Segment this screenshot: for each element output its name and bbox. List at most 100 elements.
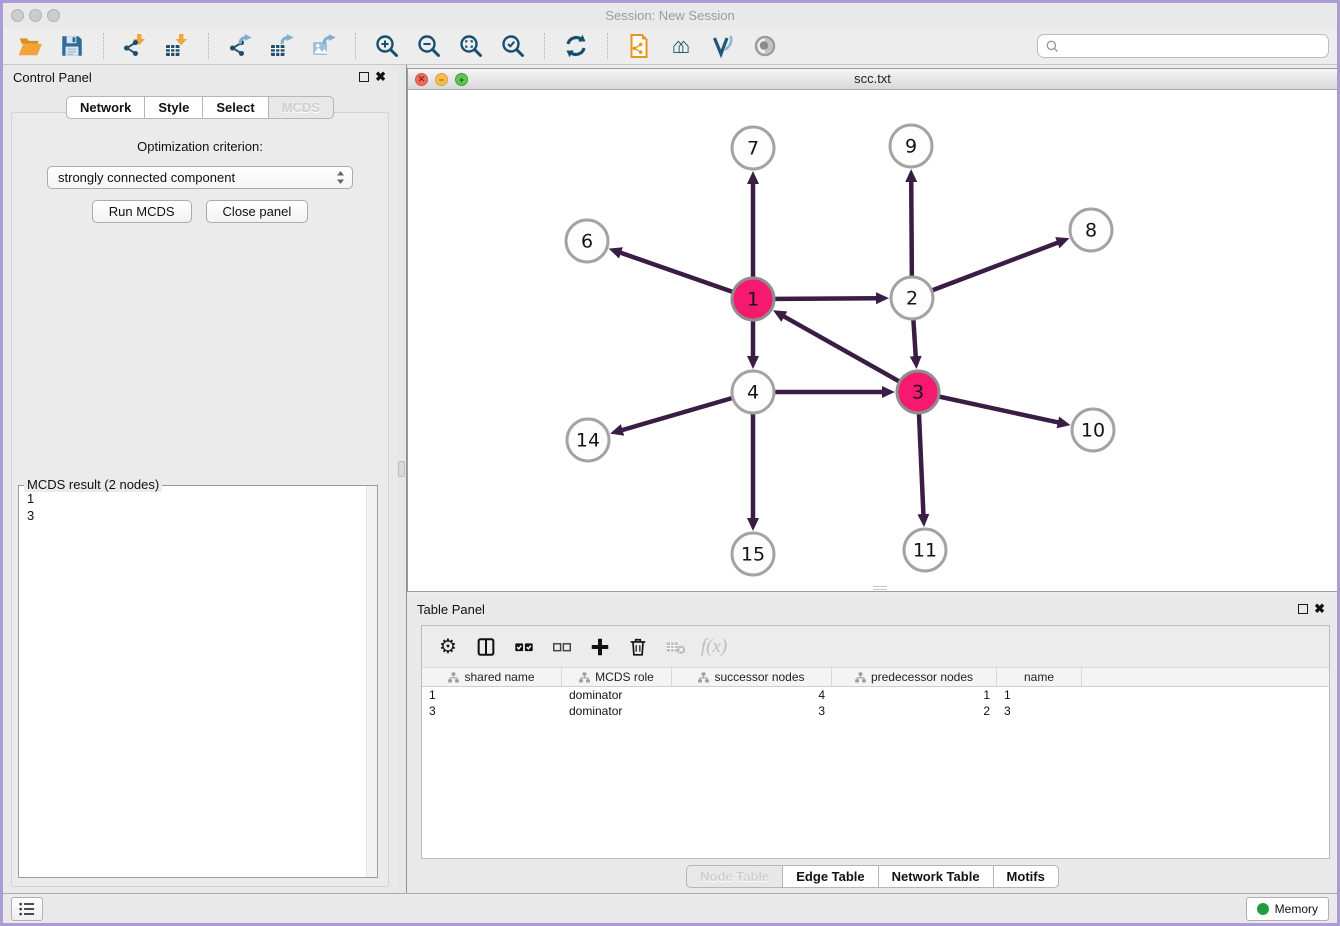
export-image-button[interactable] [306, 31, 342, 61]
gear-button[interactable]: ⚙ [432, 633, 464, 661]
status-bar: Memory [3, 893, 1337, 923]
network-canvas[interactable]: 7 9 6 8 1 2 4 3 14 10 15 11 [408, 90, 1337, 591]
node-8[interactable]: 8 [1070, 209, 1112, 251]
cell: 3 [672, 703, 832, 719]
new-network-from-selection-button[interactable] [621, 31, 657, 61]
control-panel-tabs: NetworkStyleSelectMCDS [3, 96, 397, 119]
edge-3-1[interactable] [783, 316, 918, 392]
minimize-network-button[interactable]: − [435, 73, 448, 86]
main-toolbar-icons: ⌂⌂ [9, 31, 786, 61]
close-network-button[interactable]: ✕ [415, 73, 428, 86]
node-7[interactable]: 7 [732, 127, 774, 169]
toolbar-separator [607, 33, 608, 59]
new-column-button[interactable] [584, 633, 616, 661]
export-table-button[interactable] [264, 31, 300, 61]
panel-divider[interactable] [397, 65, 407, 893]
zoom-selected-button[interactable] [495, 31, 531, 61]
float-table-panel-icon[interactable] [1298, 604, 1308, 614]
zoom-selected-icon [500, 33, 526, 59]
vizmapper-button[interactable] [705, 31, 741, 61]
main-toolbar: ⌂⌂ [3, 28, 1337, 65]
node-9[interactable]: 9 [890, 125, 932, 167]
network-window-titlebar[interactable]: ✕ − + scc.txt [408, 69, 1337, 90]
show-columns-button[interactable] [470, 633, 502, 661]
open-session-button[interactable] [12, 31, 48, 61]
home-button[interactable]: ⌂⌂ [663, 31, 699, 61]
delete-column-icon [665, 636, 687, 658]
tab-label: Edge Table [796, 869, 864, 884]
column-header-mcds-role[interactable]: MCDS role [562, 668, 672, 686]
tab-node-table[interactable]: Node Table [686, 865, 783, 888]
tab-network[interactable]: Network [66, 96, 145, 119]
delete-table-button[interactable] [622, 633, 654, 661]
node-6[interactable]: 6 [566, 220, 608, 262]
close-table-panel-icon[interactable]: ✖ [1314, 601, 1325, 617]
run-mcds-button[interactable]: Run MCDS [92, 200, 192, 223]
node-2[interactable]: 2 [891, 277, 933, 319]
maximize-window-button[interactable] [47, 9, 60, 22]
result-line: 1 [27, 490, 369, 507]
tab-mcds[interactable]: MCDS [269, 96, 334, 119]
column-label: successor nodes [714, 670, 804, 684]
tab-edge-table[interactable]: Edge Table [783, 865, 878, 888]
node-3[interactable]: 3 [897, 371, 939, 413]
zoom-in-button[interactable] [369, 31, 405, 61]
node-4[interactable]: 4 [732, 371, 774, 413]
result-scrollbar[interactable] [366, 486, 377, 877]
mcds-result-text[interactable]: 13 [19, 486, 377, 528]
select-all-columns-icon [513, 636, 535, 658]
list-icon [17, 899, 37, 919]
minimize-window-button[interactable] [29, 9, 42, 22]
control-panel-header: Control Panel ✖ [3, 65, 397, 91]
memory-button[interactable]: Memory [1246, 897, 1329, 921]
node-15[interactable]: 15 [732, 533, 774, 575]
criterion-select[interactable]: strongly connected component [47, 166, 353, 189]
node-11[interactable]: 11 [904, 529, 946, 571]
zoom-fit-button[interactable] [453, 31, 489, 61]
search-input[interactable] [1060, 36, 1328, 56]
close-panel-icon[interactable]: ✖ [375, 69, 386, 85]
import-table-button[interactable] [159, 31, 195, 61]
zoom-network-button[interactable]: + [455, 73, 468, 86]
divider-grip[interactable] [398, 461, 405, 477]
zoom-out-button[interactable] [411, 31, 447, 61]
cell: 3 [997, 703, 1082, 719]
task-history-button[interactable] [11, 897, 43, 921]
show-graphics-details-button[interactable] [747, 31, 783, 61]
table-row[interactable]: 1dominator411 [422, 687, 1329, 703]
import-network-button[interactable] [117, 31, 153, 61]
column-header-name[interactable]: name [997, 668, 1082, 686]
column-header-predecessor-nodes[interactable]: predecessor nodes [832, 668, 997, 686]
column-header-successor-nodes[interactable]: successor nodes [672, 668, 832, 686]
node-10[interactable]: 10 [1072, 409, 1114, 451]
home-icon: ⌂⌂ [672, 35, 691, 57]
search-box[interactable] [1037, 34, 1329, 58]
node-1[interactable]: 1 [732, 278, 774, 320]
export-image-icon [311, 33, 337, 59]
table-panel: Table Panel ✖ ⚙f(x) shared nameMCDS role… [407, 597, 1338, 893]
refresh-button[interactable] [558, 31, 594, 61]
select-all-columns-button[interactable] [508, 633, 540, 661]
table-tabs: Node Table Edge Table Network TableMotifs [407, 865, 1338, 888]
tab-style[interactable]: Style [145, 96, 203, 119]
column-label: name [1024, 670, 1054, 684]
column-header-shared-name[interactable]: shared name [422, 668, 562, 686]
node-14[interactable]: 14 [567, 419, 609, 461]
tab-motifs[interactable]: Motifs [994, 865, 1059, 888]
edge-2-8[interactable] [912, 242, 1058, 298]
float-panel-icon[interactable] [359, 72, 369, 82]
node-table: ⚙f(x) shared nameMCDS rolesuccessor node… [421, 625, 1330, 859]
tab-network-table[interactable]: Network Table [879, 865, 994, 888]
table-row[interactable]: 3dominator323 [422, 703, 1329, 719]
tab-select[interactable]: Select [203, 96, 268, 119]
close-panel-button[interactable]: Close panel [206, 200, 309, 223]
toolbar-separator [208, 33, 209, 59]
unselect-all-columns-button[interactable] [546, 633, 578, 661]
save-session-button[interactable] [54, 31, 90, 61]
close-window-button[interactable] [11, 9, 24, 22]
mcds-result-box: MCDS result (2 nodes) 13 [18, 485, 378, 878]
canvas-resize-grip[interactable] [873, 586, 887, 590]
export-network-button[interactable] [222, 31, 258, 61]
node-label: 6 [581, 231, 593, 253]
cell: 2 [832, 703, 997, 719]
